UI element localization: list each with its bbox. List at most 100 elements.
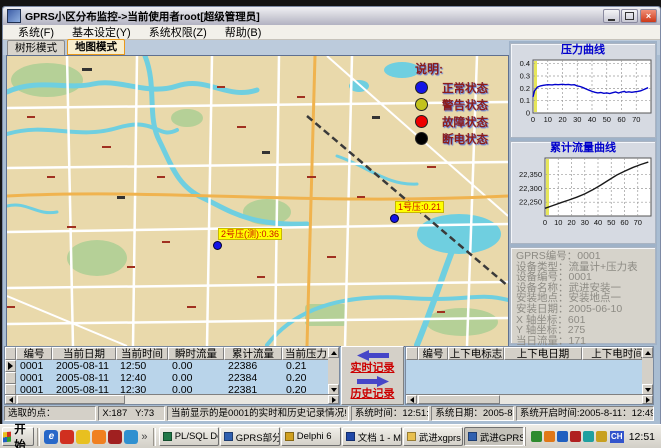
start-label: 开始 — [14, 421, 33, 448]
row-selector[interactable] — [5, 360, 16, 372]
record-switch-panel: 实时记录 历史记录 — [341, 346, 404, 405]
vertical-scrollbar[interactable] — [642, 347, 653, 395]
menu-item[interactable]: 系统权限(Z) — [140, 24, 216, 40]
scroll-left-button[interactable] — [5, 395, 16, 404]
down-arrow-icon — [645, 388, 651, 392]
tray-icon[interactable] — [596, 431, 607, 442]
table-header-row: 编号当前日期当前时间瞬时流量累计流量当前压力 — [5, 347, 339, 360]
svg-text:22,300: 22,300 — [519, 184, 542, 193]
status-selected-point: 选取的点： — [4, 406, 96, 421]
task-app-icon — [468, 432, 477, 441]
svg-text:10: 10 — [554, 218, 562, 227]
quick-launch-bar: e — [43, 430, 139, 444]
taskbar: 开始 e » PL/SQL Dev...GPRS部分....Delphi 6 文档… — [0, 424, 661, 448]
taskbar-task-button[interactable]: GPRS部分.... — [220, 427, 280, 446]
power-table[interactable]: 编号上下电标志上下电日期上下电时间 — [405, 346, 654, 405]
column-header[interactable]: 瞬时流量 — [168, 347, 224, 360]
realtime-table[interactable]: 编号当前日期当前时间瞬时流量累计流量当前压力00012005-08-1112:5… — [4, 346, 340, 405]
svg-text:22,350: 22,350 — [519, 170, 542, 179]
menu-item[interactable]: 基本设定(Y) — [63, 24, 140, 40]
taskbar-task-button[interactable]: PL/SQL Dev... — [159, 427, 219, 446]
globe-icon[interactable] — [124, 430, 138, 444]
scroll-up-button[interactable] — [642, 347, 653, 358]
restore-button[interactable] — [621, 9, 638, 23]
taskbar-task-button[interactable]: 武进xgprs — [403, 427, 463, 446]
table-row[interactable]: 00012005-08-1112:500.00223860.21 — [5, 360, 339, 372]
column-header[interactable]: 编号 — [418, 347, 448, 360]
task-label: 武进xgprs — [419, 430, 461, 444]
notes-icon[interactable] — [76, 430, 90, 444]
tray-icon[interactable] — [583, 431, 594, 442]
taskbar-task-button[interactable]: 文档 1 - Mic... — [342, 427, 402, 446]
scroll-up-button[interactable] — [328, 347, 339, 358]
status-dot-icon — [415, 81, 428, 94]
table-cell: 12:50 — [116, 360, 168, 372]
status-dot-icon — [415, 98, 428, 111]
scrollbar-thumb[interactable] — [17, 395, 125, 404]
svg-text:30: 30 — [581, 218, 589, 227]
vertical-scrollbar[interactable] — [328, 347, 339, 395]
arrow-left-icon[interactable] — [356, 349, 390, 362]
language-indicator[interactable]: CH — [610, 431, 624, 443]
app-icon — [7, 9, 21, 23]
tray-icon[interactable] — [557, 431, 568, 442]
chevron-more-icon[interactable]: » — [141, 431, 147, 443]
title-bar[interactable]: GPRS小区分布监控->当前使用者root[超级管理员] × — [3, 7, 660, 25]
status-start-time: 系统开启时间:2005-8-11：12:49:59 — [516, 406, 654, 421]
history-record-link[interactable]: 历史记录 — [351, 388, 395, 401]
menu-item[interactable]: 系统(F) — [9, 24, 63, 40]
column-header[interactable]: 上下电日期 — [504, 347, 582, 360]
horizontal-scrollbar[interactable] — [5, 394, 339, 404]
restore-icon — [625, 12, 634, 20]
tray-icon[interactable] — [544, 431, 555, 442]
scroll-right-button[interactable] — [642, 395, 653, 404]
minimize-button[interactable] — [603, 9, 620, 23]
device-marker-dot[interactable] — [213, 241, 222, 250]
row-selector-header[interactable] — [406, 347, 418, 360]
table-row[interactable]: 00012005-08-1112:400.00223840.20 — [5, 372, 339, 384]
ie-icon[interactable]: e — [44, 430, 58, 444]
city-map[interactable]: 说明: 正常状态警告状态故障状态断电状态 1号压:0.212号压(测):0.36 — [6, 55, 509, 347]
pressure-chart-panel: 压力曲线 00.10.20.30.4010203040506070 — [510, 43, 656, 138]
tray-icon[interactable] — [570, 431, 581, 442]
arrow-right-icon[interactable] — [356, 375, 390, 388]
task-app-icon — [163, 432, 172, 441]
column-header[interactable]: 上下电标志 — [448, 347, 504, 360]
task-label: 文档 1 - Mic... — [358, 430, 402, 444]
table-cell: 22384 — [224, 372, 282, 384]
tab-tree-mode[interactable]: 树形模式 — [7, 40, 65, 55]
column-header[interactable]: 编号 — [16, 347, 52, 360]
svg-text:70: 70 — [634, 218, 642, 227]
column-header[interactable]: 当前时间 — [116, 347, 168, 360]
close-button[interactable]: × — [640, 9, 657, 23]
tab-map-mode[interactable]: 地图模式 — [67, 39, 125, 55]
browser-ball-icon[interactable] — [92, 430, 106, 444]
column-header[interactable]: 当前日期 — [52, 347, 116, 360]
svg-text:0.4: 0.4 — [520, 59, 530, 68]
horizontal-scrollbar[interactable] — [406, 394, 653, 404]
flashget-icon[interactable] — [60, 430, 74, 444]
column-header[interactable]: 累计流量 — [224, 347, 282, 360]
start-button[interactable]: 开始 — [2, 427, 34, 446]
taskbar-task-button[interactable]: Delphi 6 — [281, 427, 341, 446]
taskbar-task-button[interactable]: 武进GPRS... — [464, 427, 524, 446]
scroll-left-button[interactable] — [406, 395, 417, 404]
tray-icon[interactable] — [531, 431, 542, 442]
column-header[interactable]: 当前压力 — [282, 347, 330, 360]
realtime-record-link[interactable]: 实时记录 — [351, 362, 395, 375]
bitcomet-icon[interactable] — [108, 430, 122, 444]
scroll-right-button[interactable] — [328, 395, 339, 404]
table-cell: 0.20 — [282, 372, 330, 384]
row-selector[interactable] — [5, 372, 16, 384]
device-marker-label[interactable]: 2号压(测):0.36 — [218, 228, 282, 240]
minimize-icon — [608, 19, 615, 21]
device-marker-label[interactable]: 1号压:0.21 — [395, 201, 444, 213]
svg-text:30: 30 — [573, 115, 581, 124]
table-cell: 0.00 — [168, 372, 224, 384]
legend-title: 说明: — [415, 60, 507, 77]
svg-text:50: 50 — [607, 218, 615, 227]
device-marker-dot[interactable] — [390, 214, 399, 223]
scrollbar-thumb[interactable] — [418, 395, 500, 404]
row-selector-header[interactable] — [5, 347, 16, 360]
menu-item[interactable]: 帮助(B) — [216, 24, 271, 40]
